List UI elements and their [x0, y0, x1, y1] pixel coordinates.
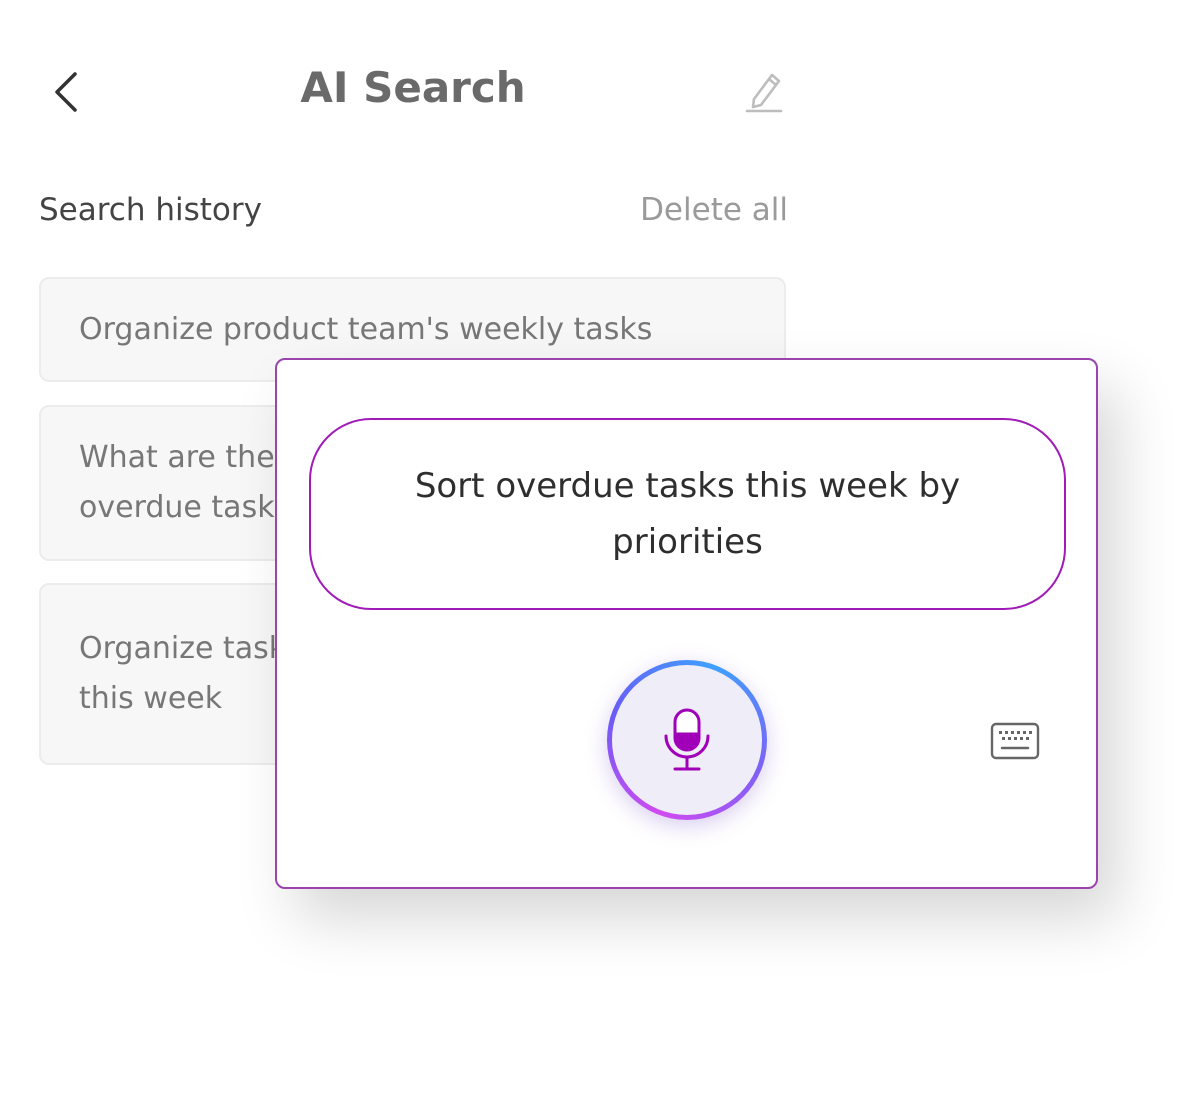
delete-all-button[interactable]: Delete all [640, 188, 788, 232]
keyboard-button[interactable] [987, 718, 1043, 764]
back-button[interactable] [40, 64, 92, 120]
voice-search-modal: Sort overdue tasks this week by prioriti… [275, 358, 1098, 889]
voice-query-text: Sort overdue tasks this week by prioriti… [414, 466, 961, 562]
pencil-icon [745, 73, 783, 113]
microphone-button-inner [612, 665, 762, 815]
page-title: AI Search [300, 63, 526, 112]
microphone-button[interactable] [607, 660, 767, 820]
keyboard-icon [990, 722, 1040, 760]
history-item-text: Organize product team's weekly tasks [79, 311, 653, 347]
voice-query-bubble: Sort overdue tasks this week by prioriti… [309, 418, 1066, 610]
edit-button[interactable] [738, 64, 790, 120]
microphone-icon [664, 708, 710, 771]
chevron-left-icon [55, 72, 77, 112]
search-history-heading: Search history [39, 192, 262, 228]
